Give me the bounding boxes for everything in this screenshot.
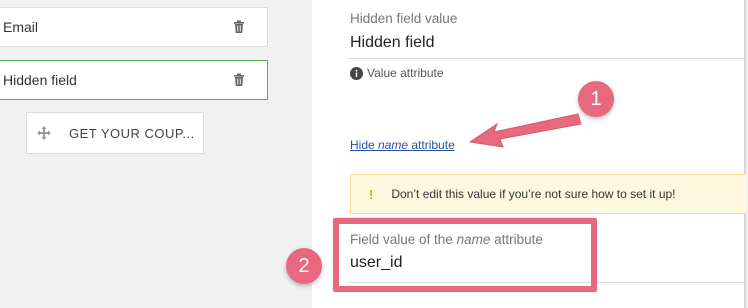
highlight-box — [333, 218, 597, 292]
callout-2-badge: 2 — [286, 248, 322, 284]
callout-1-badge: 1 — [578, 81, 614, 117]
